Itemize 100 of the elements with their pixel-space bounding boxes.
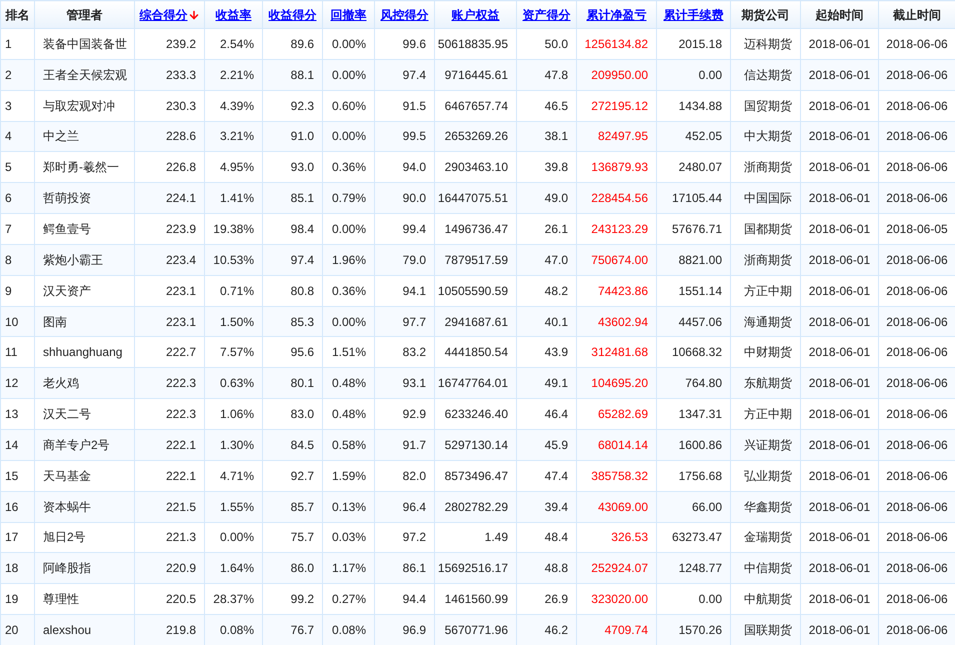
table-cell: 79.0 [374, 244, 434, 276]
table-cell: 47.8 [516, 59, 576, 90]
table-cell: 紫炮小霸王 [34, 244, 134, 276]
column-header: 管理者 [34, 0, 134, 28]
table-cell: 8573496.47 [434, 460, 516, 492]
table-cell: 2018-06-01 [800, 491, 878, 522]
table-cell: 97.4 [262, 244, 322, 276]
table-cell: 48.2 [516, 275, 576, 306]
table-cell: 230.3 [134, 90, 204, 122]
table-cell: 222.3 [134, 398, 204, 430]
table-cell: 2018-06-01 [800, 214, 878, 244]
column-header: 排名 [0, 0, 34, 28]
table-cell: 7879517.59 [434, 244, 516, 276]
table-cell: 65282.69 [576, 398, 656, 430]
sort-link[interactable]: 收益得分 [268, 6, 316, 24]
table-cell: 方正中期 [730, 275, 800, 306]
table-cell: 223.1 [134, 275, 204, 306]
table-cell: 239.2 [134, 28, 204, 60]
table-cell: 47.0 [516, 244, 576, 276]
table-cell: 汉天二号 [34, 398, 134, 430]
table-cell: 97.4 [374, 59, 434, 90]
table-cell: 1 [0, 28, 34, 60]
table-cell: 8 [0, 244, 34, 276]
sort-link[interactable]: 账户权益 [452, 6, 500, 24]
table-cell: 82.0 [374, 460, 434, 492]
table-cell: 2 [0, 59, 34, 90]
table-cell: 74423.86 [576, 275, 656, 306]
table-cell: 6233246.40 [434, 398, 516, 430]
table-cell: 2018-06-01 [800, 90, 878, 122]
table-cell: 兴证期货 [730, 429, 800, 460]
table-cell: 方正中期 [730, 398, 800, 430]
table-cell: 46.5 [516, 90, 576, 122]
table-cell: 99.6 [374, 28, 434, 60]
table-cell: 223.9 [134, 214, 204, 244]
table-cell: 223.4 [134, 244, 204, 276]
table-cell: 92.9 [374, 398, 434, 430]
table-cell: 91.5 [374, 90, 434, 122]
table-cell: 0.36% [322, 275, 374, 306]
table-cell: 14 [0, 429, 34, 460]
table-cell: 天马基金 [34, 460, 134, 492]
column-header: 起始时间 [800, 0, 878, 28]
table-cell: 94.1 [374, 275, 434, 306]
table-cell: 26.1 [516, 214, 576, 244]
table-cell: 弘业期货 [730, 460, 800, 492]
table-cell: 与取宏观对冲 [34, 90, 134, 122]
table-cell: 王者全天候宏观 [34, 59, 134, 90]
table-cell: 2802782.29 [434, 491, 516, 522]
sort-link[interactable]: 收益率 [216, 6, 252, 24]
table-cell: 84.5 [262, 429, 322, 460]
table-cell: 10505590.59 [434, 275, 516, 306]
table-cell: 99.4 [374, 214, 434, 244]
table-cell: 96.4 [374, 491, 434, 522]
table-cell: 2.21% [204, 59, 262, 90]
sort-link[interactable]: 累计净盈亏 [586, 6, 646, 24]
sort-link[interactable]: 综合得分 [140, 6, 200, 24]
table-cell: 0.48% [322, 398, 374, 430]
table-cell: 装备中国装备世 [34, 28, 134, 60]
table-cell: 91.7 [374, 429, 434, 460]
table-cell: 0.71% [204, 275, 262, 306]
table-cell: 2.54% [204, 28, 262, 60]
table-cell: 2018-06-01 [800, 460, 878, 492]
table-cell: 222.1 [134, 460, 204, 492]
table-cell: 1.55% [204, 491, 262, 522]
table-cell: 4.71% [204, 460, 262, 492]
table-cell: 1347.31 [656, 398, 730, 430]
table-cell: 2018-06-01 [800, 429, 878, 460]
table-cell: 10.53% [204, 244, 262, 276]
table-cell: 2018-06-01 [800, 398, 878, 430]
table-cell: 15 [0, 460, 34, 492]
table-cell: 鳄鱼壹号 [34, 214, 134, 244]
table-cell: 0.60% [322, 90, 374, 122]
table-cell: 19.38% [204, 214, 262, 244]
table-cell: 46.4 [516, 398, 576, 430]
table-cell: 1256134.82 [576, 28, 656, 60]
table-cell: 9 [0, 275, 34, 306]
table-cell: 1434.88 [656, 90, 730, 122]
sort-link[interactable]: 资产得分 [522, 6, 570, 24]
table-cell: 20 [0, 614, 34, 645]
table-cell: 1600.86 [656, 429, 730, 460]
table-cell: 47.4 [516, 460, 576, 492]
table-cell: 1756.68 [656, 460, 730, 492]
table-cell: 迈科期货 [730, 28, 800, 60]
table-cell: 信达期货 [730, 59, 800, 90]
sort-link[interactable]: 回撤率 [330, 6, 366, 24]
table-cell: 98.4 [262, 214, 322, 244]
table-cell: 0.13% [322, 491, 374, 522]
table-cell: 83.0 [262, 398, 322, 430]
table-cell: 0.00 [656, 59, 730, 90]
table-cell: 80.8 [262, 275, 322, 306]
table-cell: 1551.14 [656, 275, 730, 306]
column-header: 期货公司 [730, 0, 800, 28]
sort-link[interactable]: 风控得分 [380, 6, 428, 24]
table-cell: 4.39% [204, 90, 262, 122]
sort-arrow-icon [188, 8, 200, 20]
table-cell: 1.30% [204, 429, 262, 460]
table-cell: 16 [0, 491, 34, 522]
sort-link[interactable]: 累计手续费 [664, 6, 724, 24]
table-cell: 13 [0, 398, 34, 430]
table-cell: 3 [0, 90, 34, 122]
table-cell: 9716445.61 [434, 59, 516, 90]
